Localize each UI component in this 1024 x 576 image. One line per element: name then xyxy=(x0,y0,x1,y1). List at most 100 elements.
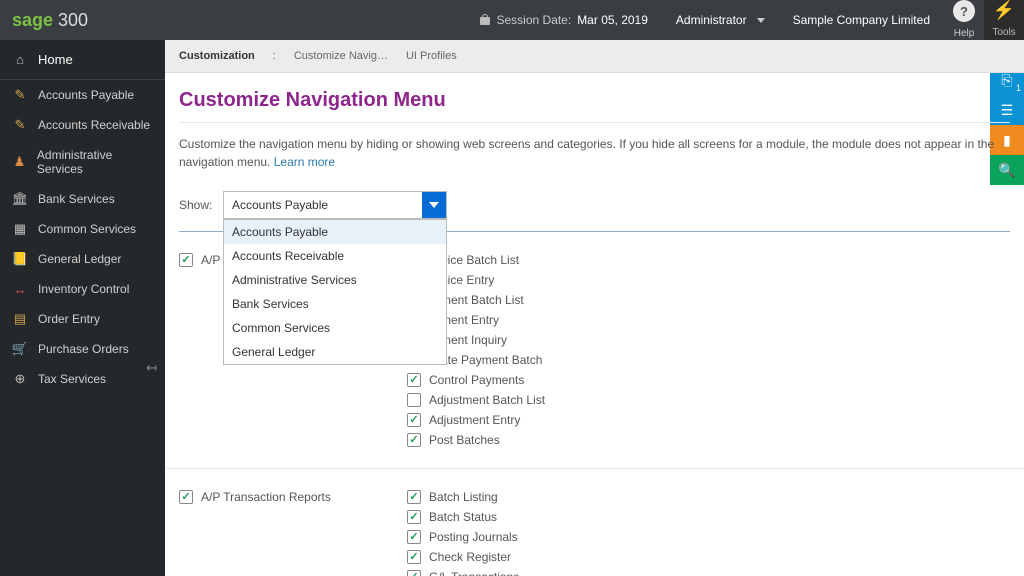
category-label: A/P Transaction Reports xyxy=(201,490,331,504)
screen-item[interactable]: Adjustment Entry xyxy=(407,410,1010,430)
screen-label: Adjustment Entry xyxy=(429,413,520,427)
sidebar-item[interactable]: ↔ Inventory Control xyxy=(0,274,165,304)
screen-label: Check Register xyxy=(429,550,511,564)
dropdown-option[interactable]: Bank Services xyxy=(224,292,446,316)
dropdown-option[interactable]: Administrative Services xyxy=(224,268,446,292)
chevron-down-icon xyxy=(429,202,439,208)
dropdown-option[interactable]: Accounts Payable xyxy=(224,220,446,244)
module-icon: ▦ xyxy=(12,222,28,236)
breadcrumb: Customization : Customize Navig… UI Prof… xyxy=(165,40,1024,73)
header-right: Session Date: Mar 05, 2019 Administrator… xyxy=(466,0,1024,40)
dropdown-option[interactable]: Common Services xyxy=(224,316,446,340)
module-icon: ↔ xyxy=(12,282,28,296)
checkbox-icon[interactable] xyxy=(407,413,421,427)
show-filter-row: Show: Accounts Payable Accounts PayableA… xyxy=(165,183,1024,223)
module-icon: ▤ xyxy=(12,312,28,326)
bolt-icon: ⚡ xyxy=(993,0,1015,21)
dropdown-toggle[interactable] xyxy=(422,192,446,218)
sidebar-item[interactable]: ✎ Accounts Payable xyxy=(0,80,165,110)
section-ap-reports: A/P Transaction Reports Batch ListingBat… xyxy=(165,469,1024,576)
module-icon: 🏛 xyxy=(12,192,28,206)
dropdown-list: Accounts PayableAccounts ReceivableAdmin… xyxy=(223,219,447,365)
crumb-customize[interactable]: Customize Navig… xyxy=(294,50,388,62)
main-content: Customization : Customize Navig… UI Prof… xyxy=(165,40,1024,576)
company-label: Sample Company Limited xyxy=(793,13,930,27)
sidebar-item-label: Order Entry xyxy=(38,312,100,326)
checkbox-icon[interactable] xyxy=(407,393,421,407)
sidebar-home[interactable]: ⌂ Home xyxy=(0,40,165,80)
checkbox-icon[interactable] xyxy=(179,253,193,267)
screen-item[interactable]: Adjustment Batch List xyxy=(407,390,1010,410)
screen-item[interactable]: G/L Transactions xyxy=(407,567,1010,576)
module-dropdown-wrap: Accounts Payable Accounts PayableAccount… xyxy=(223,191,447,219)
user-menu[interactable]: Administrator xyxy=(662,0,779,40)
tools-label: Tools xyxy=(992,27,1015,38)
dropdown-option[interactable]: Accounts Receivable xyxy=(224,244,446,268)
checkbox-icon[interactable] xyxy=(407,550,421,564)
home-icon: ⌂ xyxy=(12,53,28,67)
checkbox-icon[interactable] xyxy=(407,510,421,524)
module-icon: ♟ xyxy=(12,155,27,169)
tools-button[interactable]: ⚡ Tools xyxy=(984,0,1024,40)
sidebar-item-label: Inventory Control xyxy=(38,282,129,296)
module-icon: ✎ xyxy=(12,118,28,132)
sidebar-item[interactable]: 🏛 Bank Services xyxy=(0,184,165,214)
sidebar-item-label: Purchase Orders xyxy=(38,342,129,356)
screen-item[interactable]: Posting Journals xyxy=(407,527,1010,547)
sidebar-item[interactable]: ⊕Tax Services xyxy=(0,364,165,394)
screen-item[interactable]: Batch Status xyxy=(407,507,1010,527)
category-item[interactable]: A/P Transaction Reports xyxy=(179,487,407,507)
checkbox-icon[interactable] xyxy=(407,490,421,504)
sidebar-item[interactable]: ▦ Common Services xyxy=(0,214,165,244)
sidebar-item-label: Accounts Receivable xyxy=(38,118,150,132)
session-label: Session Date: xyxy=(496,13,571,27)
sidebar-item[interactable]: ✎ Accounts Receivable xyxy=(0,110,165,140)
screen-label: Control Payments xyxy=(429,373,524,387)
sidebar-item-label: Accounts Payable xyxy=(38,88,134,102)
screen-label: Post Batches xyxy=(429,433,500,447)
screen-item[interactable]: Batch Listing xyxy=(407,487,1010,507)
help-icon: ? xyxy=(953,0,975,22)
sidebar: ⌂ Home ✎ Accounts Payable ✎ Accounts Receiv… xyxy=(0,40,165,576)
show-label: Show: xyxy=(179,198,211,212)
lock-icon xyxy=(480,14,490,26)
screen-item[interactable]: …ment Entry xyxy=(407,310,1010,330)
sidebar-item-label: Common Services xyxy=(38,222,136,236)
dropdown-selected: Accounts Payable xyxy=(224,198,422,212)
dropdown-option[interactable]: General Ledger xyxy=(224,340,446,364)
page-title: Customize Navigation Menu xyxy=(165,73,1024,122)
sidebar-item[interactable]: ♟ Administrative Services xyxy=(0,140,165,184)
logo-300: 300 xyxy=(53,10,88,30)
chevron-down-icon xyxy=(757,18,765,23)
sidebar-item[interactable]: ▤ Order Entry xyxy=(0,304,165,334)
sidebar-item-label: Administrative Services xyxy=(37,148,153,176)
checkbox-icon[interactable] xyxy=(407,570,421,576)
module-dropdown[interactable]: Accounts Payable xyxy=(223,191,447,219)
sidebar-item-label: General Ledger xyxy=(38,252,121,266)
session-date[interactable]: Session Date: Mar 05, 2019 xyxy=(466,0,661,40)
module-icon: ✎ xyxy=(12,88,28,102)
screen-item[interactable]: Control Payments xyxy=(407,370,1010,390)
sidebar-collapse[interactable]: ↤ xyxy=(146,360,157,376)
learn-more-link[interactable]: Learn more xyxy=(274,155,335,169)
sidebar-item[interactable]: 🛒Purchase Orders xyxy=(0,334,165,364)
screen-item[interactable]: …ment Batch List xyxy=(407,290,1010,310)
screen-item[interactable]: …ment Inquiry xyxy=(407,330,1010,350)
help-label: Help xyxy=(954,28,975,39)
checkbox-icon[interactable] xyxy=(407,530,421,544)
screen-item[interactable]: …oice Entry xyxy=(407,270,1010,290)
screen-item[interactable]: …ate Payment Batch xyxy=(407,350,1010,370)
checkbox-icon[interactable] xyxy=(179,490,193,504)
company-name[interactable]: Sample Company Limited xyxy=(779,0,944,40)
crumb-uiprofiles[interactable]: UI Profiles xyxy=(406,50,457,62)
category-label: A/P xyxy=(201,253,220,267)
help-button[interactable]: ? Help xyxy=(944,0,984,40)
session-value: Mar 05, 2019 xyxy=(577,13,648,27)
sidebar-item[interactable]: 📒General Ledger xyxy=(0,244,165,274)
screen-item[interactable]: Check Register xyxy=(407,547,1010,567)
screen-item[interactable]: Post Batches xyxy=(407,430,1010,450)
checkbox-icon[interactable] xyxy=(407,433,421,447)
sidebar-item-label: Bank Services xyxy=(38,192,115,206)
screen-item[interactable]: …oice Batch List xyxy=(407,250,1010,270)
checkbox-icon[interactable] xyxy=(407,373,421,387)
